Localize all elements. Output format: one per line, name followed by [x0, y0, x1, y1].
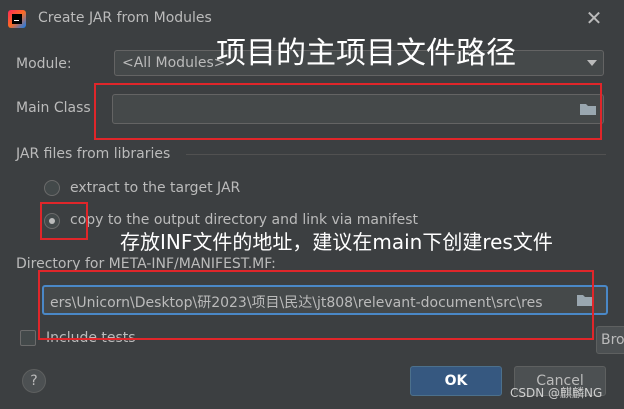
help-button[interactable]: ?	[22, 369, 46, 393]
browse-button[interactable]: Bro	[596, 326, 624, 354]
section-divider	[186, 154, 606, 155]
annotation-box-directory	[38, 270, 594, 340]
radio-extract[interactable]	[44, 180, 60, 196]
jar-files-section-label: JAR files from libraries	[16, 146, 171, 162]
module-select-value: <All Modules>	[122, 55, 226, 71]
annotation-box-main-class	[94, 83, 602, 140]
annotation-box-radio	[40, 202, 88, 240]
module-label: Module:	[16, 56, 72, 72]
include-tests-checkbox[interactable]	[20, 330, 36, 346]
watermark: CSDN @麒麟NG	[510, 386, 603, 400]
close-icon[interactable]: ✕	[583, 7, 605, 29]
annotation-project-path: 项目的主项目文件路径	[216, 36, 516, 71]
dialog-title: Create JAR from Modules	[38, 10, 212, 26]
main-class-label: Main Class	[16, 100, 91, 116]
intellij-idea-icon	[8, 10, 26, 28]
annotation-inf-location: 存放INF文件的地址，建议在main下创建res文件	[120, 230, 553, 254]
ok-button[interactable]: OK	[410, 366, 502, 396]
chevron-down-icon	[587, 60, 597, 66]
radio-extract-label[interactable]: extract to the target JAR	[70, 180, 240, 196]
